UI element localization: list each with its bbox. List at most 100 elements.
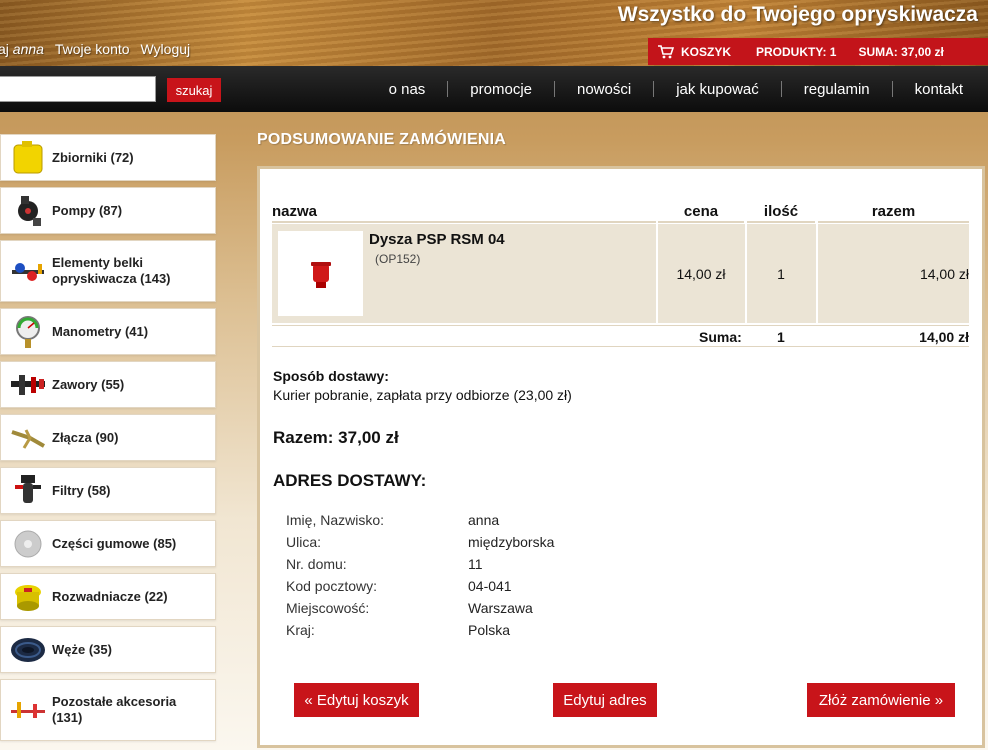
valve-icon <box>5 365 51 405</box>
nav-link-kontakt[interactable]: kontakt <box>893 81 988 98</box>
address-value: 04-041 <box>468 578 512 594</box>
column-header-total: razem <box>818 203 969 223</box>
sidebar-item-label: Filtry (58) <box>52 482 111 498</box>
address-title: ADRES DOSTAWY: <box>273 471 427 490</box>
address-row-name: Imię, Nazwisko: anna <box>286 512 554 534</box>
order-total: Razem: 37,00 zł <box>273 428 399 447</box>
address-key: Nr. domu: <box>286 556 347 572</box>
connector-icon <box>5 418 51 458</box>
sidebar-item-label: Części gumowe (85) <box>52 535 177 551</box>
address-row-house: Nr. domu: 11 <box>286 556 554 578</box>
sidebar-item-label: Pompy (87) <box>52 202 123 218</box>
edit-cart-button[interactable]: « Edytuj koszyk <box>294 683 419 717</box>
address-value: 11 <box>468 556 483 572</box>
boom-icon <box>5 251 51 291</box>
nav-bar: szukaj o nas promocje nowości jak kupowa… <box>0 66 988 112</box>
rubber-icon <box>5 524 51 564</box>
filter-icon <box>5 471 51 511</box>
username: anna <box>12 41 44 57</box>
sidebar-item-czesci-gumowe[interactable]: Części gumowe (85) <box>0 520 216 567</box>
nav-link-regulamin[interactable]: regulamin <box>782 81 892 98</box>
user-links: aj anna Twoje konto Wyloguj <box>0 41 190 57</box>
shipping-method: Kurier pobranie, zapłata przy odbiorze (… <box>273 387 572 403</box>
column-header-qty: ilość <box>747 203 815 223</box>
cart-bar[interactable]: KOSZYK PRODUKTY: 1 SUMA: 37,00 zł <box>648 38 988 65</box>
search-input[interactable] <box>0 76 156 102</box>
sum-qty: 1 <box>777 329 785 345</box>
sidebar-item-zawory[interactable]: Zawory (55) <box>0 361 216 408</box>
address-value: anna <box>468 512 500 528</box>
pump-icon <box>5 191 51 231</box>
shipping-title: Sposób dostawy: <box>273 368 389 384</box>
sidebar-item-zbiorniki[interactable]: Zbiorniki (72) <box>0 134 216 181</box>
address-row-country: Kraj: Polska <box>286 622 554 644</box>
agitator-icon <box>5 577 51 617</box>
sidebar-item-label: Rozwadniacze (22) <box>52 588 168 604</box>
address-value: Warszawa <box>468 600 533 616</box>
address-row-street: Ulica: międzyborska <box>286 534 554 556</box>
sidebar-item-rozwadniacze[interactable]: Rozwadniacze (22) <box>0 573 216 620</box>
sum-label: Suma: <box>699 329 742 345</box>
nav-link-jak-kupowac[interactable]: jak kupować <box>654 81 781 98</box>
product-code: (OP152) <box>375 252 421 266</box>
cart-icon <box>658 44 674 59</box>
site-header: Wszystko do Twojego opryskiwacza aj anna… <box>0 0 988 66</box>
tank-icon <box>5 138 51 178</box>
logout-link[interactable]: Wyloguj <box>140 41 190 57</box>
sidebar-item-pozostale-akcesoria[interactable]: Pozostałe akcesoria (131) <box>0 679 216 741</box>
site-tagline: Wszystko do Twojego opryskiwacza <box>617 3 978 26</box>
page-title: PODSUMOWANIE ZAMÓWIENIA <box>257 131 507 148</box>
sum-total: 14,00 zł <box>919 329 969 345</box>
cart-sum: SUMA: 37,00 zł <box>858 44 944 59</box>
address-row-city: Miejscowość: Warszawa <box>286 600 554 622</box>
accessory-icon <box>5 690 51 730</box>
column-header-name: nazwa <box>272 203 656 223</box>
address-value: Polska <box>468 622 511 638</box>
product-image[interactable] <box>278 231 363 316</box>
address-key: Ulica: <box>286 534 322 550</box>
nozzle-icon <box>310 261 331 288</box>
category-sidebar: Zbiorniki (72) Pompy (87) Elementy belki… <box>0 134 216 747</box>
sidebar-item-elementy-belki[interactable]: Elementy belki opryskiwacza (143) <box>0 240 216 302</box>
greeting-text: aj <box>0 41 9 57</box>
sidebar-item-label: Pozostałe akcesoria (131) <box>52 694 177 725</box>
table-row: Dysza PSP RSM 04 (OP152) 14,00 zł 1 14,0… <box>272 224 969 323</box>
nav-link-promocje[interactable]: promocje <box>448 81 554 98</box>
product-name[interactable]: Dysza PSP RSM 04 <box>369 231 505 248</box>
address-row-postcode: Kod pocztowy: 04-041 <box>286 578 554 600</box>
sidebar-item-label: Węże (35) <box>52 641 112 657</box>
cart-label: KOSZYK <box>681 44 732 59</box>
search-button[interactable]: szukaj <box>167 78 221 102</box>
order-summary-panel: nazwa cena ilość razem Dysza PSP RSM 04 … <box>257 166 985 748</box>
sidebar-item-zlacza[interactable]: Złącza (90) <box>0 414 216 461</box>
gauge-icon <box>5 312 51 352</box>
address-key: Kod pocztowy: <box>286 578 378 594</box>
edit-address-button[interactable]: Edytuj adres <box>553 683 657 717</box>
address-block: Imię, Nazwisko: anna Ulica: międzyborska… <box>286 512 554 644</box>
product-qty: 1 <box>777 265 785 282</box>
nav-link-o-nas[interactable]: o nas <box>367 81 448 98</box>
place-order-button[interactable]: Złóż zamówienie » <box>807 683 955 717</box>
sidebar-item-weze[interactable]: Węże (35) <box>0 626 216 673</box>
nav-links: o nas promocje nowości jak kupować regul… <box>367 66 988 112</box>
sidebar-item-label: Elementy belki opryskiwacza (143) <box>52 255 171 286</box>
cart-products: PRODUKTY: 1 <box>756 44 837 59</box>
sidebar-item-label: Zawory (55) <box>52 376 125 392</box>
address-key: Imię, Nazwisko: <box>286 512 385 528</box>
sidebar-item-label: Manometry (41) <box>52 323 149 339</box>
address-value: międzyborska <box>468 534 555 550</box>
sidebar-item-label: Złącza (90) <box>52 429 119 445</box>
sum-row: Suma: 1 14,00 zł <box>272 325 969 347</box>
sidebar-item-label: Zbiorniki (72) <box>52 149 134 165</box>
address-key: Kraj: <box>286 622 315 638</box>
sidebar-item-filtry[interactable]: Filtry (58) <box>0 467 216 514</box>
hose-icon <box>5 630 51 670</box>
sidebar-item-manometry[interactable]: Manometry (41) <box>0 308 216 355</box>
product-total: 14,00 zł <box>919 265 969 282</box>
column-header-price: cena <box>658 203 744 223</box>
nav-link-nowosci[interactable]: nowości <box>555 81 653 98</box>
address-key: Miejscowość: <box>286 600 370 616</box>
product-price: 14,00 zł <box>676 265 726 282</box>
account-link[interactable]: Twoje konto <box>55 41 130 57</box>
sidebar-item-pompy[interactable]: Pompy (87) <box>0 187 216 234</box>
